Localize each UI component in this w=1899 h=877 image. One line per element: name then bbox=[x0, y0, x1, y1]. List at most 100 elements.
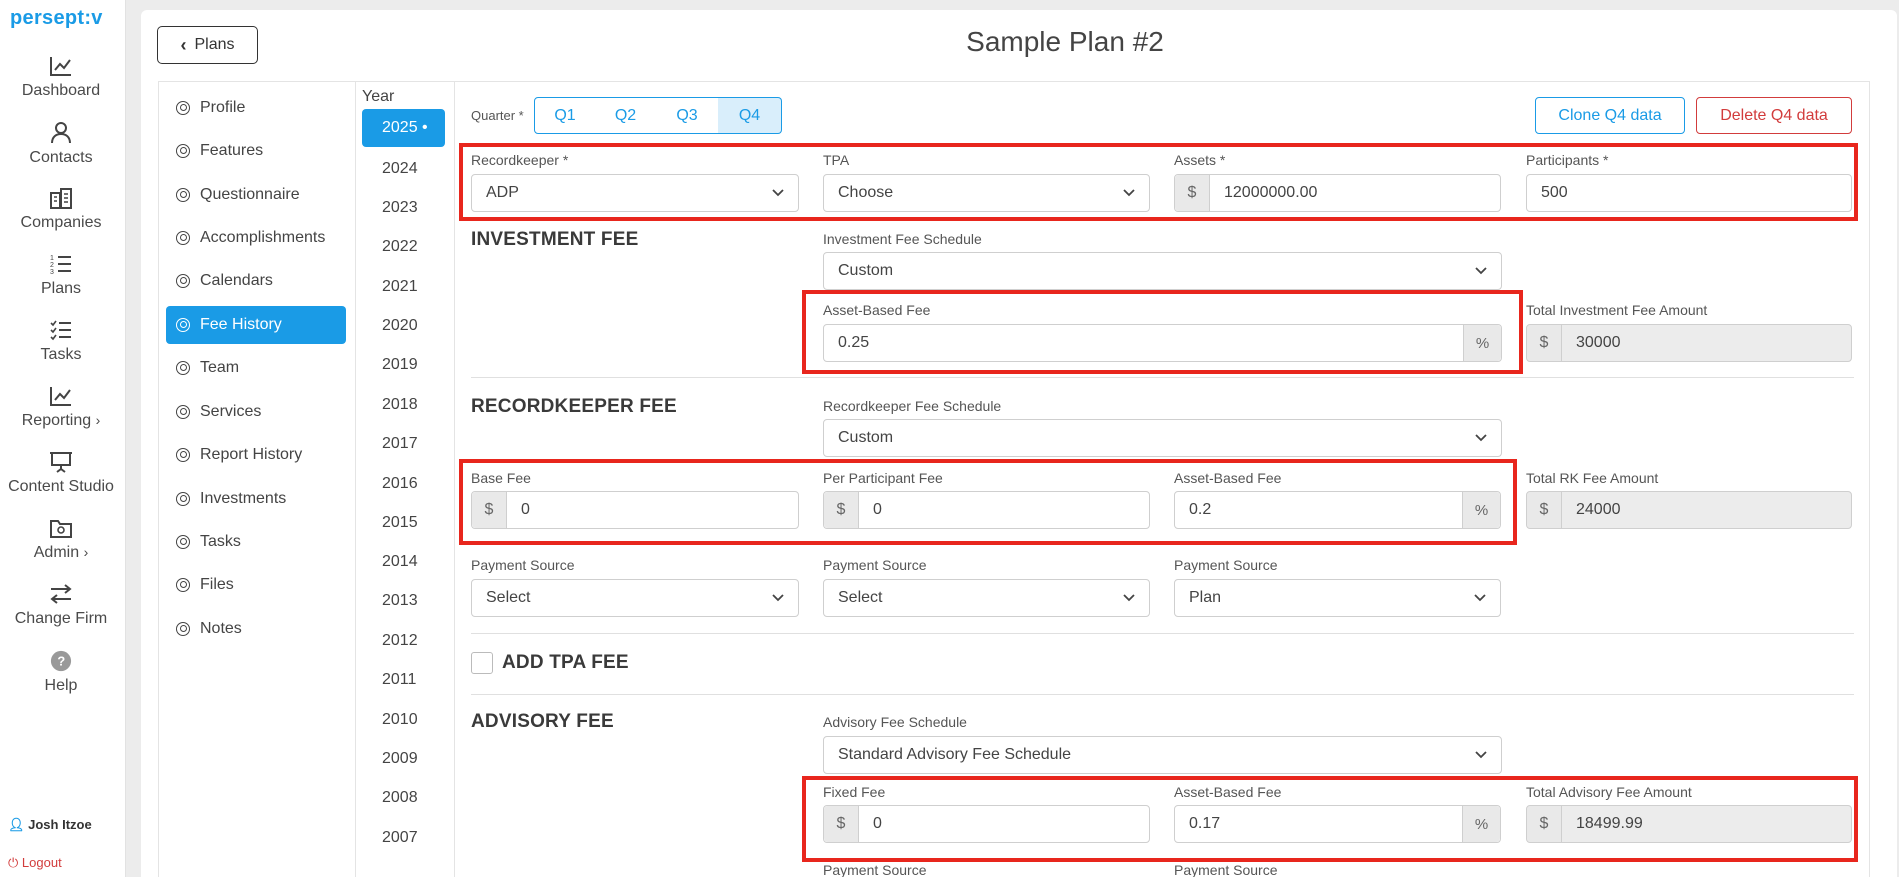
tpa-select[interactable]: Choose bbox=[823, 174, 1150, 212]
submenu-report-history[interactable]: Report History bbox=[166, 436, 346, 474]
submenu-team[interactable]: Team bbox=[166, 349, 346, 387]
app-logo: persept:v bbox=[10, 7, 103, 29]
advisory-schedule-label: Advisory Fee Schedule bbox=[823, 714, 967, 730]
fixed-fee-label: Fixed Fee bbox=[823, 784, 886, 800]
year-item[interactable]: 2018 bbox=[362, 386, 445, 424]
clone-quarter-button[interactable]: Clone Q4 data bbox=[1535, 97, 1685, 134]
advisory-schedule-select[interactable]: Standard Advisory Fee Schedule bbox=[823, 736, 1502, 774]
year-item[interactable]: 2022 bbox=[362, 228, 445, 266]
year-item[interactable]: 2013 bbox=[362, 582, 445, 620]
nav-change-firm-label: Change Firm bbox=[14, 610, 108, 627]
year-item[interactable]: 2012 bbox=[362, 622, 445, 660]
nav-dashboard[interactable]: Dashboard bbox=[0, 55, 122, 100]
nav-plans-label: Plans bbox=[40, 280, 82, 297]
rk-total-label: Total RK Fee Amount bbox=[1526, 470, 1659, 486]
dollar-prefix: $ bbox=[1527, 325, 1562, 361]
base-fee-input[interactable]: $0 bbox=[471, 491, 799, 529]
nav-admin[interactable]: Admin › bbox=[0, 517, 122, 562]
assets-input[interactable]: $12000000.00 bbox=[1174, 174, 1501, 212]
nav-tasks[interactable]: Tasks bbox=[0, 319, 122, 364]
user-circle-icon bbox=[176, 318, 190, 332]
submenu-accomplishments[interactable]: Accomplishments bbox=[166, 219, 346, 257]
nav-companies[interactable]: Companies bbox=[0, 187, 122, 232]
per-participant-fee-input[interactable]: $0 bbox=[823, 491, 1150, 529]
rk-total-input: $24000 bbox=[1526, 491, 1852, 529]
svg-text:?: ? bbox=[57, 654, 65, 669]
submenu-label: Tasks bbox=[200, 533, 241, 550]
year-item[interactable]: 2009 bbox=[362, 740, 445, 778]
chevron-down-icon bbox=[1109, 189, 1149, 197]
investment-asset-fee-input[interactable]: 0.25% bbox=[823, 324, 1502, 362]
participants-input[interactable]: 500 bbox=[1526, 174, 1852, 212]
delete-quarter-button[interactable]: Delete Q4 data bbox=[1696, 97, 1852, 134]
user-circle-icon bbox=[176, 144, 190, 158]
submenu-notes[interactable]: Notes bbox=[166, 610, 346, 648]
year-item[interactable]: 2008 bbox=[362, 779, 445, 817]
submenu-fee-history[interactable]: Fee History bbox=[166, 306, 346, 344]
add-tpa-fee-checkbox[interactable] bbox=[471, 652, 493, 674]
user-circle-icon bbox=[176, 101, 190, 115]
nav-reporting[interactable]: Reporting › bbox=[0, 385, 122, 430]
investment-fee-heading: INVESTMENT FEE bbox=[471, 229, 639, 250]
year-item[interactable]: 2019 bbox=[362, 346, 445, 384]
back-to-plans-button[interactable]: ‹ Plans bbox=[157, 26, 258, 64]
current-user[interactable]: 👤︎ Josh Itzoe bbox=[8, 817, 92, 833]
main-sidebar: persept:v Dashboard Contacts Companies 1… bbox=[0, 0, 126, 877]
submenu-investments[interactable]: Investments bbox=[166, 480, 346, 518]
investment-schedule-select[interactable]: Custom bbox=[823, 252, 1502, 290]
nav-plans[interactable]: 123 Plans bbox=[0, 253, 122, 298]
user-circle-icon bbox=[176, 231, 190, 245]
year-item[interactable]: 2017 bbox=[362, 425, 445, 463]
submenu-features[interactable]: Features bbox=[166, 132, 346, 170]
advisory-asset-fee-input[interactable]: 0.17% bbox=[1174, 805, 1501, 843]
assets-label: Assets * bbox=[1174, 152, 1226, 168]
year-item[interactable]: 2023 bbox=[362, 189, 445, 227]
submenu-services[interactable]: Services bbox=[166, 393, 346, 431]
year-item[interactable]: 2020 bbox=[362, 307, 445, 345]
submenu-label: Features bbox=[200, 142, 264, 159]
year-item[interactable]: 2011 bbox=[362, 661, 445, 699]
nav-help[interactable]: ? Help bbox=[0, 650, 122, 695]
percent-suffix: % bbox=[1462, 806, 1500, 842]
quarter-q1-button[interactable]: Q1 bbox=[534, 97, 596, 134]
submenu-questionnaire[interactable]: Questionnaire bbox=[166, 176, 346, 214]
assets-value: 12000000.00 bbox=[1224, 184, 1318, 201]
year-item[interactable]: 2024 bbox=[362, 150, 445, 188]
rk-schedule-select[interactable]: Custom bbox=[823, 419, 1502, 457]
submenu-calendars[interactable]: Calendars bbox=[166, 262, 346, 300]
quarter-q4-button[interactable]: Q4 bbox=[718, 97, 782, 134]
per-participant-payment-source-select[interactable]: Select bbox=[823, 579, 1150, 617]
recordkeeper-label: Recordkeeper * bbox=[471, 152, 569, 168]
year-item[interactable]: 2016 bbox=[362, 465, 445, 503]
quarter-q3-button[interactable]: Q3 bbox=[656, 97, 719, 134]
submenu-profile[interactable]: Profile bbox=[166, 89, 346, 127]
quarter-q2-button[interactable]: Q2 bbox=[595, 97, 657, 134]
user-circle-icon bbox=[176, 274, 190, 288]
submenu-label: Services bbox=[200, 403, 262, 420]
add-tpa-fee-label: ADD TPA FEE bbox=[502, 652, 629, 673]
nav-contacts[interactable]: Contacts bbox=[0, 120, 122, 167]
logout-link[interactable]: ⏻ Logout bbox=[8, 855, 62, 871]
year-item[interactable]: 2014 bbox=[362, 543, 445, 581]
nav-content-studio[interactable]: Content Studio bbox=[0, 451, 122, 496]
advisory-schedule-value: Standard Advisory Fee Schedule bbox=[838, 746, 1072, 763]
recordkeeper-select[interactable]: ADP bbox=[471, 174, 799, 212]
chevron-down-icon bbox=[1461, 434, 1501, 442]
submenu-tasks[interactable]: Tasks bbox=[166, 523, 346, 561]
year-item[interactable]: 2021 bbox=[362, 268, 445, 306]
year-item[interactable]: 2007 bbox=[362, 819, 445, 857]
nav-change-firm[interactable]: Change Firm bbox=[0, 583, 122, 628]
nav-content-studio-label: Content Studio bbox=[8, 478, 114, 495]
payment-source-label: Payment Source bbox=[823, 557, 927, 573]
fixed-fee-input[interactable]: $0 bbox=[823, 805, 1150, 843]
participants-label: Participants * bbox=[1526, 152, 1609, 168]
chevron-down-icon bbox=[758, 594, 798, 602]
submenu-files[interactable]: Files bbox=[166, 566, 346, 604]
rk-asset-fee-input[interactable]: 0.2% bbox=[1174, 491, 1501, 529]
asset-fee-payment-source-select[interactable]: Plan bbox=[1174, 579, 1501, 617]
year-item-active[interactable]: 2025 • bbox=[362, 109, 445, 147]
year-item[interactable]: 2015 bbox=[362, 504, 445, 542]
user-circle-icon bbox=[176, 448, 190, 462]
year-item[interactable]: 2010 bbox=[362, 701, 445, 739]
base-fee-payment-source-select[interactable]: Select bbox=[471, 579, 799, 617]
